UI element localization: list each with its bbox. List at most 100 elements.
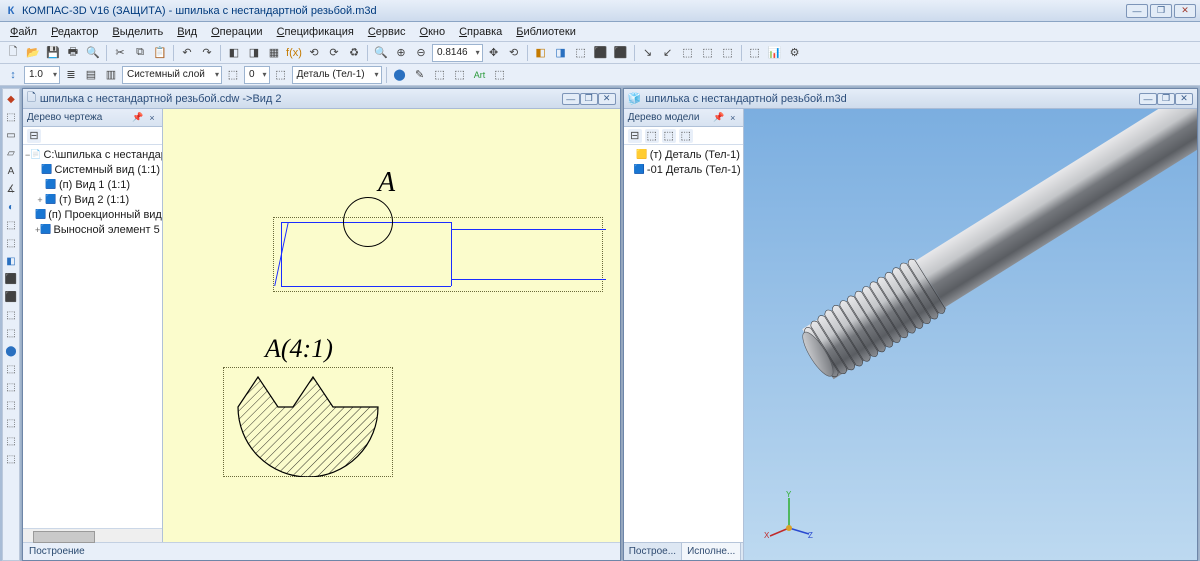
vt-12-icon[interactable]: ⬛ (3, 289, 19, 305)
part-combo[interactable]: Деталь (Тел-1) (292, 66, 382, 84)
tree2d-item-2[interactable]: 🟦(п) Вид 1 (1:1) (23, 177, 162, 192)
tree2d-item-1[interactable]: 🟦Системный вид (1:1) (23, 162, 162, 177)
paint-6-icon[interactable]: ⬚ (491, 66, 509, 84)
menu-сервис[interactable]: Сервис (362, 25, 412, 39)
tree-3d-tool2-icon[interactable]: ⬚ (645, 129, 659, 143)
vt-11-icon[interactable]: ⬛ (3, 271, 19, 287)
layer-b-icon[interactable]: ▥ (102, 66, 120, 84)
copy-icon[interactable]: ⧉ (131, 44, 149, 62)
save-icon[interactable]: 💾 (44, 44, 62, 62)
layer-a-icon[interactable]: ▤ (82, 66, 100, 84)
layer-d-icon[interactable]: ⬚ (272, 66, 290, 84)
new-doc-icon[interactable]: 🗋 (4, 44, 22, 62)
paint-5-icon[interactable]: Art (471, 66, 489, 84)
paste-icon[interactable]: 📋 (151, 44, 169, 62)
vt-19-icon[interactable]: ⬚ (3, 415, 19, 431)
tree-3d-pin-icon[interactable]: 📌 (713, 112, 725, 124)
win2d-minimize[interactable]: — (562, 93, 580, 105)
tree2d-item-3[interactable]: +🟦(т) Вид 2 (1:1) (23, 192, 162, 207)
cube-5-icon[interactable]: ⬛ (612, 44, 630, 62)
tree3d-item-1[interactable]: 🟦-01 Деталь (Тел-1) (624, 162, 743, 177)
paint-2-icon[interactable]: ✎ (411, 66, 429, 84)
layer-c-icon[interactable]: ⬚ (224, 66, 242, 84)
menu-операции[interactable]: Операции (205, 25, 268, 39)
vt-21-icon[interactable]: ⬚ (3, 451, 19, 467)
menu-спецификация[interactable]: Спецификация (271, 25, 360, 39)
misc-1-icon[interactable]: ↘ (639, 44, 657, 62)
zoom-fit-icon[interactable]: 🔍 (372, 44, 390, 62)
vt-4-icon[interactable]: ▱ (3, 145, 19, 161)
vt-13-icon[interactable]: ⬚ (3, 307, 19, 323)
vt-16-icon[interactable]: ⬚ (3, 361, 19, 377)
misc-6-icon[interactable]: ⬚ (746, 44, 764, 62)
win2d-close[interactable]: ✕ (598, 93, 616, 105)
layer-num-combo[interactable]: 0 (244, 66, 270, 84)
scale-combo[interactable]: 1.0 (24, 66, 60, 84)
menu-окно[interactable]: Окно (414, 25, 452, 39)
vt-14-icon[interactable]: ⬚ (3, 325, 19, 341)
cube-2-icon[interactable]: ◨ (552, 44, 570, 62)
tool-d-icon[interactable]: f(x) (285, 44, 303, 62)
expand-icon[interactable]: + (35, 195, 45, 205)
window-2d-titlebar[interactable]: 🗋 шпилька с нестандартной резьбой.cdw ->… (23, 89, 620, 109)
cube-3-icon[interactable]: ⬚ (572, 44, 590, 62)
tool-f-icon[interactable]: ⟳ (325, 44, 343, 62)
cut-icon[interactable]: ✂ (111, 44, 129, 62)
layers-icon[interactable]: ≣ (62, 66, 80, 84)
misc-7-icon[interactable]: 📊 (766, 44, 784, 62)
tree2d-item-4[interactable]: 🟦(п) Проекционный вид 4 (23, 207, 162, 222)
zoom-out-icon[interactable]: ⊖ (412, 44, 430, 62)
win2d-maximize[interactable]: ❐ (580, 93, 598, 105)
tree-3d-tool1-icon[interactable]: ⊟ (628, 129, 642, 143)
tree-2d-close-icon[interactable]: × (146, 112, 158, 124)
tree-2d[interactable]: −📄С:\шпилька с нестандартно🟦Системный ви… (23, 145, 162, 528)
tree-3d[interactable]: 🟨(т) Деталь (Тел-1)🟦-01 Деталь (Тел-1) (624, 145, 743, 542)
vt-5-icon[interactable]: A (3, 163, 19, 179)
tab-3d-0[interactable]: Построе... (624, 543, 682, 560)
rotate-icon[interactable]: ⟲ (505, 44, 523, 62)
tree2d-item-0[interactable]: −📄С:\шпилька с нестандартно (23, 147, 162, 162)
canvas-2d[interactable]: А А(4:1) (163, 109, 620, 542)
vt-1-icon[interactable]: ◆ (3, 91, 19, 107)
tool-b-icon[interactable]: ◨ (245, 44, 263, 62)
tool-g-icon[interactable]: ♻ (345, 44, 363, 62)
window-maximize[interactable]: ❐ (1150, 4, 1172, 18)
win3d-maximize[interactable]: ❐ (1157, 93, 1175, 105)
vt-15-icon[interactable]: ⬤ (3, 343, 19, 359)
paint-1-icon[interactable]: ⬤ (391, 66, 409, 84)
win3d-close[interactable]: ✕ (1175, 93, 1193, 105)
vt-17-icon[interactable]: ⬚ (3, 379, 19, 395)
misc-3-icon[interactable]: ⬚ (679, 44, 697, 62)
print-icon[interactable]: 🖶 (64, 44, 82, 62)
menu-редактор[interactable]: Редактор (45, 25, 104, 39)
window-3d-titlebar[interactable]: 🧊 шпилька с нестандартной резьбой.m3d — … (624, 89, 1197, 109)
menu-библиотеки[interactable]: Библиотеки (510, 25, 582, 39)
tree3d-item-0[interactable]: 🟨(т) Деталь (Тел-1) (624, 147, 743, 162)
tool-e-icon[interactable]: ⟲ (305, 44, 323, 62)
cube-1-icon[interactable]: ◧ (532, 44, 550, 62)
zoom-in-icon[interactable]: ⊕ (392, 44, 410, 62)
vt-8-icon[interactable]: ⬚ (3, 217, 19, 233)
pan-icon[interactable]: ✥ (485, 44, 503, 62)
misc-4-icon[interactable]: ⬚ (699, 44, 717, 62)
menu-выделить[interactable]: Выделить (106, 25, 169, 39)
menu-файл[interactable]: Файл (4, 25, 43, 39)
misc-8-icon[interactable]: ⚙ (786, 44, 804, 62)
paint-4-icon[interactable]: ⬚ (451, 66, 469, 84)
tree-2d-scrollbar[interactable] (23, 528, 162, 542)
undo-icon[interactable]: ↶ (178, 44, 196, 62)
tree-3d-tool3-icon[interactable]: ⬚ (662, 129, 676, 143)
vt-6-icon[interactable]: ∡ (3, 181, 19, 197)
cube-4-icon[interactable]: ⬛ (592, 44, 610, 62)
misc-5-icon[interactable]: ⬚ (719, 44, 737, 62)
redo-icon[interactable]: ↷ (198, 44, 216, 62)
tree-2d-pin-icon[interactable]: 📌 (132, 112, 144, 124)
vt-18-icon[interactable]: ⬚ (3, 397, 19, 413)
vt-3-icon[interactable]: ▭ (3, 127, 19, 143)
layer-combo[interactable]: Системный слой (122, 66, 222, 84)
vt-20-icon[interactable]: ⬚ (3, 433, 19, 449)
tree-3d-tool4-icon[interactable]: ⬚ (679, 129, 693, 143)
tab-3d-1[interactable]: Исполне... (682, 543, 741, 560)
tree-tool-icon[interactable]: ⊟ (27, 129, 41, 143)
vt-2-icon[interactable]: ⬚ (3, 109, 19, 125)
